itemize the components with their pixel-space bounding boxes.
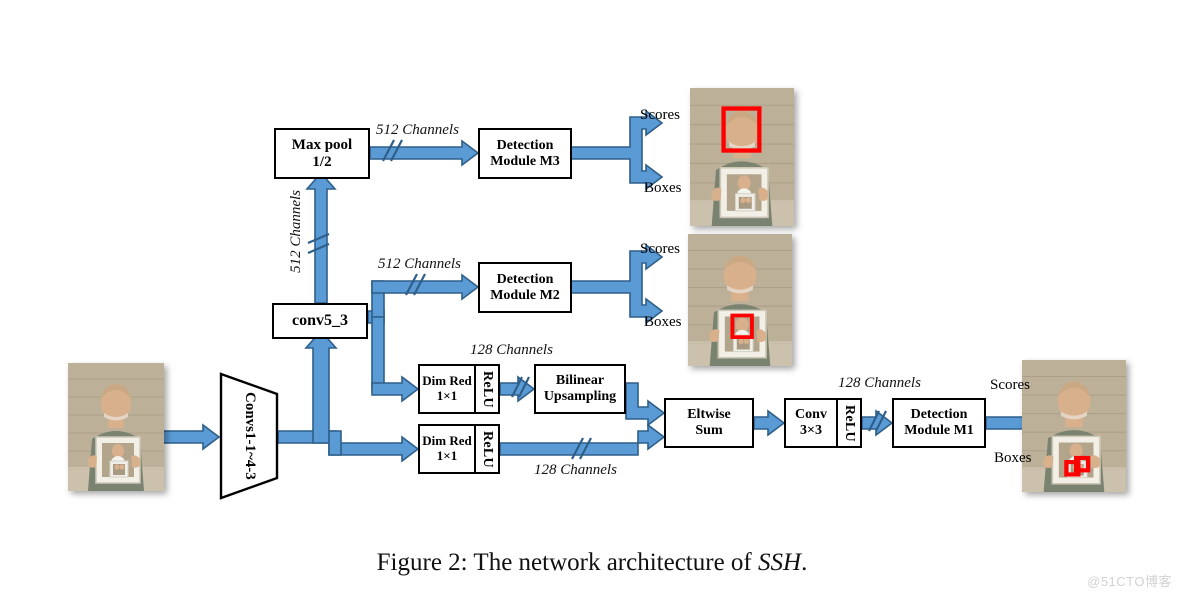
dimred-top-line1: Dim Red — [422, 373, 472, 389]
convs-line1: Convs — [241, 392, 258, 433]
dim-red-top-label: Dim Red 1×1 — [420, 366, 474, 412]
maxpool-line1: Max pool — [291, 136, 353, 153]
block-conv5-3[interactable]: conv5_3 — [272, 303, 368, 339]
eltwise-line2: Sum — [695, 423, 723, 438]
label-512-conv53-to-maxpool: 512 Channels — [288, 190, 304, 273]
arrow-layer: .aw{fill:#5B9BD5;stroke:#2E5F8A;stroke-w… — [147, 109, 1076, 463]
block-max-pool[interactable]: Max pool 1/2 — [274, 128, 370, 179]
maxpool-line2: 1/2 — [312, 153, 332, 170]
arrow-eltwise-to-conv3x3 — [753, 409, 786, 437]
eltwise-line1: Eltwise — [687, 407, 731, 423]
label-boxes-m1: Boxes — [994, 450, 1032, 466]
m2-line1: Detection — [496, 271, 554, 287]
m1-output-image — [1022, 360, 1126, 492]
label-128-dimred-top: 128 Channels — [470, 342, 553, 358]
dimred-bot-line2: 1×1 — [436, 448, 458, 463]
block-dim-red-bottom[interactable]: Dim Red 1×1 ReLU — [418, 424, 500, 474]
figure-canvas: .aw{fill:#5B9BD5;stroke:#2E5F8A;stroke-w… — [0, 0, 1184, 598]
label-boxes-m3: Boxes — [644, 180, 682, 196]
m3-line2: Module M3 — [490, 153, 560, 169]
block-eltwise-sum[interactable]: Eltwise Sum — [664, 398, 754, 448]
input-image — [68, 363, 164, 491]
m1-line2: Module M1 — [904, 423, 974, 438]
dim-red-bottom-label: Dim Red 1×1 — [420, 426, 474, 472]
m1-line1: Detection — [910, 407, 968, 423]
label-512-conv53-to-m2: 512 Channels — [378, 256, 461, 272]
conv5-3-label: conv5_3 — [292, 312, 348, 330]
label-128-conv3x3-to-m1: 128 Channels — [838, 375, 921, 391]
arrow-bilinear-to-eltwise — [625, 382, 666, 427]
relu-top: ReLU — [474, 366, 498, 412]
convs-label: Convs1-1~4-3 — [219, 372, 279, 500]
arrow-convs-to-conv53 — [304, 329, 338, 444]
bilinear-line1: Bilinear — [555, 373, 605, 389]
dimred-bot-line1: Dim Red — [422, 433, 472, 449]
block-dim-red-top[interactable]: Dim Red 1×1 ReLU — [418, 364, 500, 414]
m2-output-image — [688, 234, 792, 366]
arrow-conv53-to-m2 — [371, 273, 480, 301]
m1-output-content — [1022, 360, 1126, 492]
block-detection-module-m3[interactable]: Detection Module M3 — [478, 128, 572, 179]
wire-convs-down-jog — [328, 430, 342, 456]
convs-line2: 1-1~4-3 — [241, 432, 258, 480]
conv3x3-line2: 3×3 — [800, 423, 822, 438]
m3-line1: Detection — [496, 137, 554, 153]
conv-3x3-label: Conv 3×3 — [786, 400, 836, 446]
bilinear-line2: Upsampling — [543, 389, 617, 404]
arrow-convs-to-dimred-bottom — [328, 435, 420, 463]
m3-output-image — [690, 88, 794, 226]
label-512-maxpool-to-m3: 512 Channels — [376, 122, 459, 138]
relu-bottom: ReLU — [474, 426, 498, 472]
block-bilinear-upsampling[interactable]: Bilinear Upsampling — [534, 364, 626, 414]
label-boxes-m2: Boxes — [644, 314, 682, 330]
label-128-dimred-bottom: 128 Channels — [534, 462, 617, 478]
m2-output-content — [688, 234, 792, 366]
label-scores-m3: Scores — [640, 107, 680, 123]
block-convs[interactable]: Convs1-1~4-3 — [219, 372, 279, 500]
dimred-top-line2: 1×1 — [436, 388, 458, 403]
relu-conv3x3: ReLU — [836, 400, 860, 446]
block-conv-3x3[interactable]: Conv 3×3 ReLU — [784, 398, 862, 448]
input-image-content — [68, 363, 164, 491]
relu-bottom-label: ReLU — [480, 430, 495, 468]
relu-conv3x3-label: ReLU — [842, 404, 857, 442]
conv3x3-line1: Conv — [795, 407, 827, 423]
m3-output-content — [690, 88, 794, 226]
block-detection-module-m1[interactable]: Detection Module M1 — [892, 398, 986, 448]
block-detection-module-m2[interactable]: Detection Module M2 — [478, 262, 572, 313]
wire-conv53-drop-dimred — [371, 316, 385, 390]
label-scores-m2: Scores — [640, 241, 680, 257]
relu-top-label: ReLU — [480, 370, 495, 408]
m2-line2: Module M2 — [490, 287, 560, 303]
label-scores-m1: Scores — [990, 377, 1030, 393]
